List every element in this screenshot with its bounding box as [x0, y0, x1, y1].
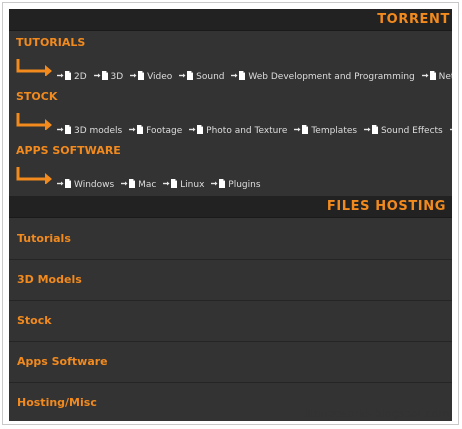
- link-label: Sound: [196, 72, 225, 82]
- orange-corner-arrow-icon: [16, 167, 52, 184]
- category-apps-software: APPS SOFTWARE Windows Mac Linux Plugins: [9, 140, 452, 194]
- screenshot-frame: TORRENT TUTORIALS 2D 3D Video Sound Web …: [2, 2, 459, 425]
- link-3d[interactable]: 3D: [93, 70, 124, 84]
- arrow-page-icon: [57, 71, 71, 80]
- tutorials-links: 2D 3D Video Sound Web Development and Pr…: [57, 70, 452, 84]
- link-label: Video: [147, 72, 173, 82]
- arrow-page-icon: [449, 128, 452, 131]
- hosting-row-3d-models[interactable]: 3D Models: [9, 260, 452, 301]
- link-web-development[interactable]: Web Development and Programming: [231, 70, 415, 84]
- link-label: Plugins: [228, 180, 261, 190]
- orange-corner-arrow-icon: [16, 59, 52, 76]
- arrow-page-icon: [130, 71, 145, 80]
- category-tutorials: TUTORIALS 2D 3D Video Sound Web Developm…: [9, 32, 452, 86]
- files-hosting-title: FILES HOSTING: [326, 199, 446, 214]
- hosting-row-apps-software[interactable]: Apps Software: [9, 342, 452, 383]
- arrow-page-icon: [163, 179, 178, 188]
- arrow-page-icon: [121, 179, 136, 188]
- link-label: Sound Effects: [380, 126, 443, 136]
- arrow-page-icon: [57, 125, 71, 134]
- category-title-apps-software[interactable]: APPS SOFTWARE: [16, 144, 121, 157]
- hosting-row-label: Apps Software: [17, 355, 108, 368]
- link-label: Templates: [311, 126, 358, 136]
- link-label: 3D: [110, 72, 124, 82]
- hosting-row-tutorials[interactable]: Tutorials: [9, 219, 452, 260]
- orange-corner-arrow-icon: [16, 113, 52, 130]
- link-label: Linux: [180, 180, 205, 190]
- arrow-page-icon: [363, 125, 378, 134]
- link-label: Photo and Texture: [206, 126, 288, 136]
- hosting-row-stock[interactable]: Stock: [9, 301, 452, 342]
- link-label: 3D models: [74, 126, 123, 136]
- link-plugins[interactable]: Plugins: [211, 178, 261, 192]
- category-stock: STOCK 3D models Footage Photo and Textur…: [9, 86, 452, 140]
- apps-software-links: Windows Mac Linux Plugins: [57, 178, 265, 192]
- link-label: Windows: [74, 180, 115, 190]
- arrow-page-icon: [294, 125, 309, 134]
- arrow-page-icon: [179, 71, 194, 80]
- category-title-tutorials[interactable]: TUTORIALS: [16, 36, 85, 49]
- arrow-page-icon: [421, 71, 436, 80]
- arrow-page-icon: [211, 179, 226, 188]
- link-truncated[interactable]: S: [449, 124, 452, 138]
- link-sound[interactable]: Sound: [179, 70, 225, 84]
- torrent-title: TORRENT: [377, 12, 450, 27]
- link-network[interactable]: Network: [421, 70, 452, 84]
- hosting-row-label: 3D Models: [17, 273, 82, 286]
- arrow-page-icon: [189, 125, 204, 134]
- link-label: 2D: [74, 72, 87, 82]
- watermark-text: filenetworks.blogspot.com: [303, 407, 449, 420]
- files-hosting-header: FILES HOSTING: [9, 196, 452, 218]
- link-mac[interactable]: Mac: [121, 178, 156, 192]
- link-2d[interactable]: 2D: [57, 70, 87, 84]
- hosting-row-label: Hosting/Misc: [17, 396, 97, 409]
- category-title-stock[interactable]: STOCK: [16, 90, 57, 103]
- hosting-row-label: Tutorials: [17, 232, 71, 245]
- stock-links: 3D models Footage Photo and Texture Temp…: [57, 124, 452, 138]
- link-3d-models[interactable]: 3D models: [57, 124, 122, 138]
- arrow-page-icon: [93, 71, 108, 80]
- hosting-row-label: Stock: [17, 314, 52, 327]
- torrent-header: TORRENT: [9, 9, 452, 31]
- link-video[interactable]: Video: [130, 70, 172, 84]
- link-footage[interactable]: Footage: [129, 124, 182, 138]
- link-label: Web Development and Programming: [248, 72, 415, 82]
- link-photo-texture[interactable]: Photo and Texture: [189, 124, 287, 138]
- arrow-page-icon: [57, 179, 71, 188]
- link-templates[interactable]: Templates: [294, 124, 357, 138]
- link-label: Network: [438, 72, 452, 82]
- arrow-page-icon: [129, 125, 144, 134]
- link-linux[interactable]: Linux: [163, 178, 204, 192]
- link-windows[interactable]: Windows: [57, 178, 114, 192]
- link-label: Footage: [146, 126, 183, 136]
- link-sound-effects[interactable]: Sound Effects: [363, 124, 443, 138]
- menu-panel: TORRENT TUTORIALS 2D 3D Video Sound Web …: [9, 9, 452, 421]
- link-label: Mac: [138, 180, 157, 190]
- arrow-page-icon: [231, 71, 246, 80]
